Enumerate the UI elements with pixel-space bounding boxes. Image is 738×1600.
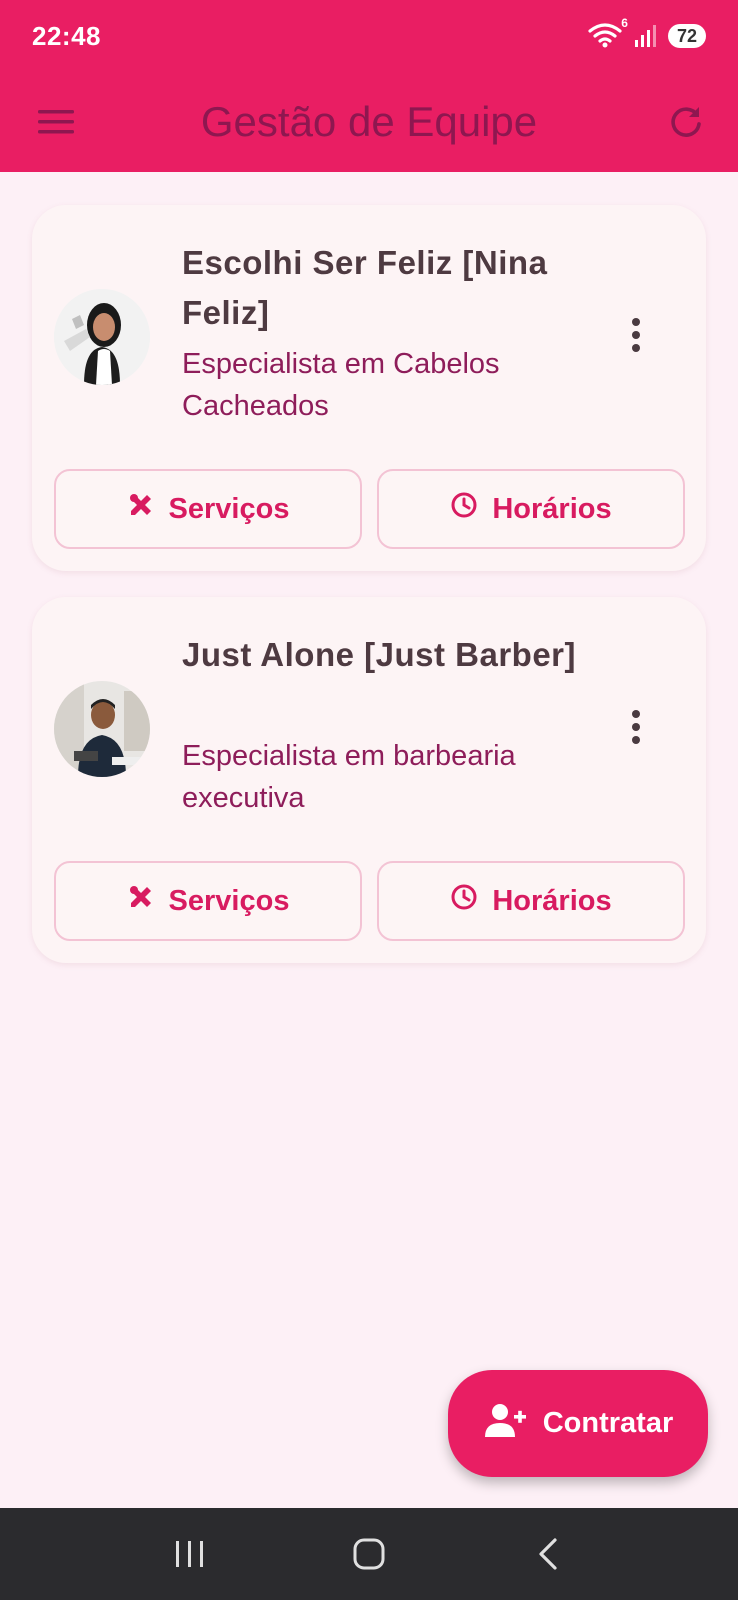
services-label: Serviços (168, 492, 290, 525)
services-button[interactable]: Serviços (54, 861, 362, 941)
schedule-button[interactable]: Horários (377, 861, 685, 941)
avatar[interactable] (54, 289, 150, 385)
hire-label: Contratar (542, 1407, 674, 1439)
wifi-badge: 6 (621, 16, 628, 30)
clock-icon (450, 883, 478, 919)
schedule-label: Horários (492, 492, 612, 525)
tools-icon (127, 491, 155, 527)
tools-icon (127, 883, 155, 919)
person-add-icon (483, 1403, 527, 1445)
member-name: Just Alone [Just Barber] (182, 636, 577, 673)
page-title: Gestão de Equipe (200, 98, 538, 145)
avatar[interactable] (54, 681, 150, 777)
back-icon[interactable] (518, 1524, 578, 1584)
home-icon[interactable] (339, 1524, 399, 1584)
status-bar: 22:48 6 72 (0, 0, 738, 72)
schedule-button[interactable]: Horários (377, 469, 685, 549)
more-options-icon[interactable] (616, 697, 656, 757)
system-nav-bar (0, 1508, 738, 1600)
signal-icon (634, 24, 658, 48)
team-member-card: Just Alone [Just Barber] Especialista em… (32, 597, 706, 963)
services-label: Serviços (168, 884, 290, 917)
app-bar: Gestão de Equipe (0, 72, 738, 172)
hire-button[interactable]: Contratar (448, 1370, 708, 1477)
member-specialty: Especialista em barbearia executiva (182, 740, 516, 814)
schedule-label: Horários (492, 884, 612, 917)
recent-apps-icon[interactable] (160, 1524, 220, 1584)
services-button[interactable]: Serviços (54, 469, 362, 549)
member-name: Escolhi Ser Feliz [Nina Feliz] (182, 244, 548, 331)
wifi-icon: 6 (588, 16, 628, 50)
member-specialty: Especialista em Cabelos Cacheados (182, 348, 500, 422)
refresh-icon[interactable] (664, 100, 708, 144)
status-time: 22:48 (32, 20, 101, 51)
clock-icon (450, 491, 478, 527)
hamburger-menu-icon[interactable] (34, 100, 78, 144)
battery-indicator: 72 (667, 24, 706, 48)
more-options-icon[interactable] (616, 305, 656, 365)
status-icons: 6 72 (588, 16, 706, 50)
team-member-card: Escolhi Ser Feliz [Nina Feliz] Especiali… (32, 205, 706, 571)
